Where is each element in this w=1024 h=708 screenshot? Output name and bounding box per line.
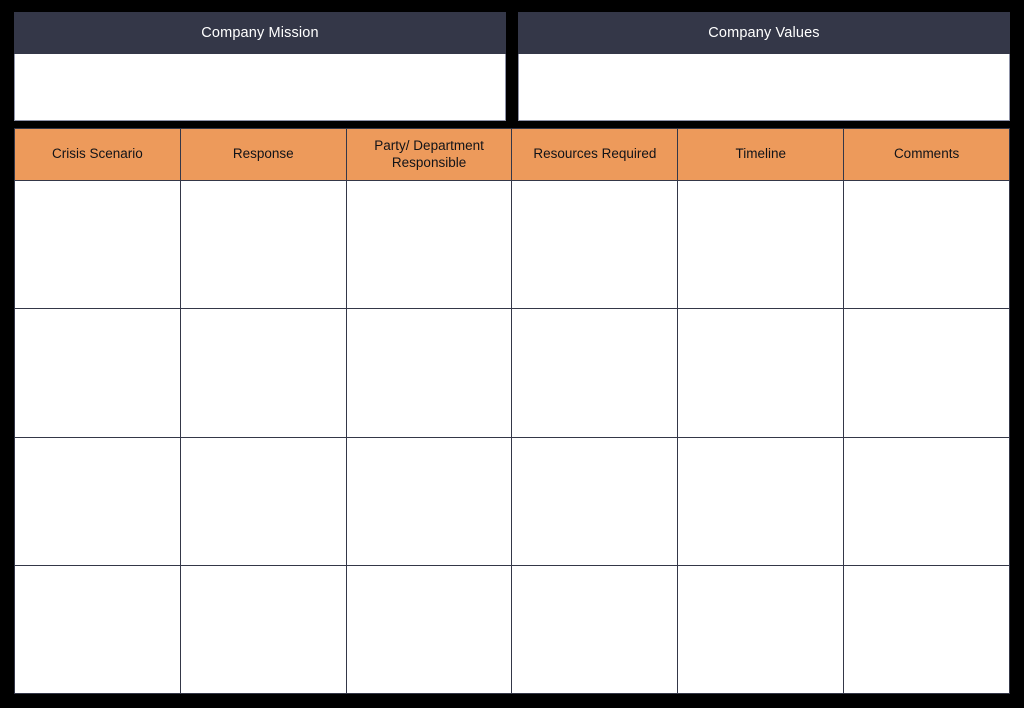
column-header-comments: Comments xyxy=(843,128,1010,181)
cell-timeline[interactable] xyxy=(677,436,845,566)
page-canvas: Company Mission Company Values Crisis Sc… xyxy=(0,0,1024,708)
cell-resources-required[interactable] xyxy=(511,179,679,310)
cell-party-department[interactable] xyxy=(345,308,513,438)
cell-crisis-scenario[interactable] xyxy=(14,564,181,695)
cell-resources-required[interactable] xyxy=(511,564,679,695)
panel-company-mission: Company Mission xyxy=(14,12,506,121)
cell-resources-required[interactable] xyxy=(511,308,679,438)
cell-crisis-scenario[interactable] xyxy=(14,179,181,310)
cell-response[interactable] xyxy=(179,179,347,310)
cell-timeline[interactable] xyxy=(677,179,845,310)
cell-party-department[interactable] xyxy=(345,179,513,310)
cell-response[interactable] xyxy=(179,436,347,566)
cell-comments[interactable] xyxy=(843,179,1010,310)
table-header-row: Crisis Scenario Response Party/ Departme… xyxy=(14,128,1010,181)
column-header-resources-required: Resources Required xyxy=(511,128,679,181)
cell-crisis-scenario[interactable] xyxy=(14,308,181,438)
table-row xyxy=(14,564,1010,695)
column-header-response: Response xyxy=(179,128,347,181)
panel-company-mission-title: Company Mission xyxy=(14,12,506,54)
column-header-crisis-scenario: Crisis Scenario xyxy=(14,128,181,181)
cell-resources-required[interactable] xyxy=(511,436,679,566)
crisis-plan-table-wrapper: Crisis Scenario Response Party/ Departme… xyxy=(14,128,1010,695)
cell-comments[interactable] xyxy=(843,308,1010,438)
cell-timeline[interactable] xyxy=(677,308,845,438)
column-header-timeline: Timeline xyxy=(677,128,845,181)
cell-party-department[interactable] xyxy=(345,436,513,566)
table-body xyxy=(14,179,1010,695)
panel-company-values-textarea[interactable] xyxy=(518,54,1010,121)
cell-crisis-scenario[interactable] xyxy=(14,436,181,566)
top-panels-container: Company Mission Company Values xyxy=(14,12,1010,121)
table-header: Crisis Scenario Response Party/ Departme… xyxy=(14,128,1010,181)
cell-response[interactable] xyxy=(179,308,347,438)
table-row xyxy=(14,179,1010,310)
table-row xyxy=(14,436,1010,566)
table-row xyxy=(14,308,1010,438)
cell-party-department[interactable] xyxy=(345,564,513,695)
panel-company-values: Company Values xyxy=(518,12,1010,121)
cell-comments[interactable] xyxy=(843,436,1010,566)
cell-timeline[interactable] xyxy=(677,564,845,695)
panel-company-mission-textarea[interactable] xyxy=(14,54,506,121)
cell-response[interactable] xyxy=(179,564,347,695)
panel-company-values-title: Company Values xyxy=(518,12,1010,54)
crisis-plan-table: Crisis Scenario Response Party/ Departme… xyxy=(14,128,1010,695)
cell-comments[interactable] xyxy=(843,564,1010,695)
column-header-party-department: Party/ Department Responsible xyxy=(345,128,513,181)
